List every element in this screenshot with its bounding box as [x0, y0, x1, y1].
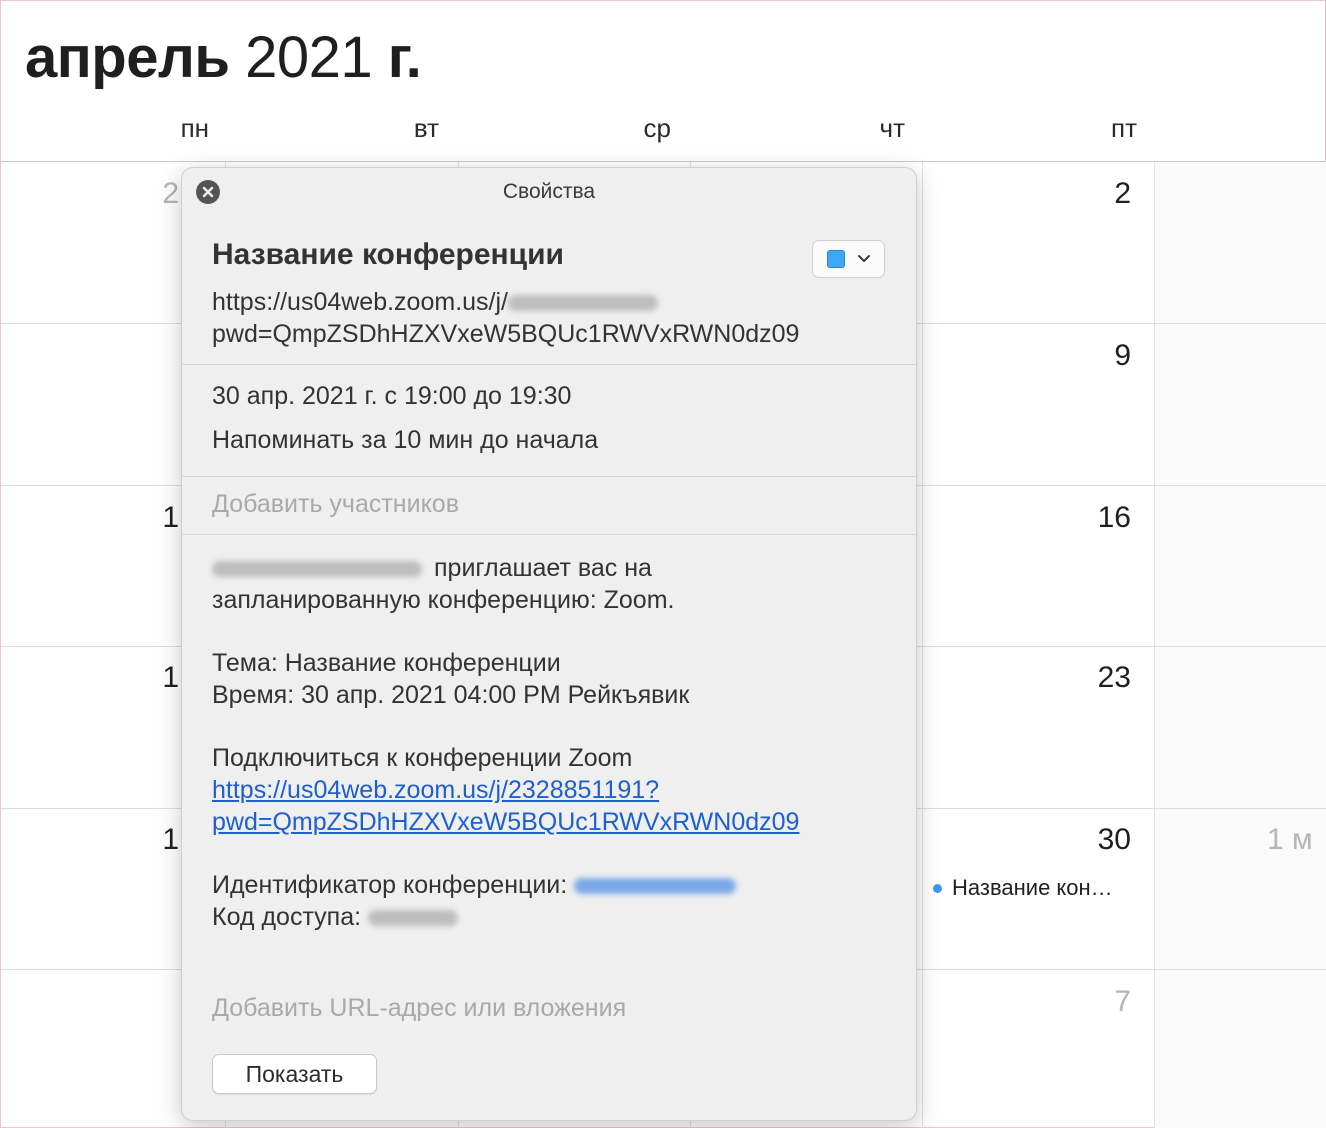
popover-title: Свойства: [502, 180, 596, 203]
weekday-tue: вт: [413, 113, 439, 143]
day-number-partial[interactable]: 1 м: [1267, 823, 1326, 857]
meeting-id-label: Идентификатор конференции:: [212, 871, 568, 899]
day-number[interactable]: 1: [119, 823, 179, 857]
notes-time: Время: 30 апр. 2021 04:00 PM Рейкъявик: [212, 681, 690, 709]
day-number[interactable]: 2: [1071, 177, 1131, 211]
event-inspector-popover: Свойства Название конференции https://us…: [181, 167, 917, 1121]
passcode-label: Код доступа:: [212, 903, 362, 931]
calendar-event[interactable]: Название кон…: [933, 875, 1113, 901]
year-suffix: г.: [387, 25, 422, 90]
notes-join-label: Подключиться к конференции Zoom: [212, 744, 633, 772]
show-button[interactable]: Показать: [212, 1054, 377, 1094]
day-number[interactable]: 7: [1071, 985, 1131, 1019]
day-number[interactable]: 23: [1071, 661, 1131, 695]
redacted-meeting-id: [507, 295, 658, 312]
event-dot-icon: [933, 883, 942, 893]
redacted-meeting-id-link[interactable]: [574, 878, 737, 895]
day-number[interactable]: 9: [1071, 339, 1131, 373]
weekday-mon: пн: [180, 113, 209, 143]
divider: [182, 534, 916, 535]
month-name: апрель: [25, 25, 230, 90]
divider: [182, 364, 916, 365]
weekend-column: [1155, 162, 1326, 1128]
add-url-field[interactable]: Добавить URL-адрес или вложения: [212, 994, 626, 1023]
weekday-fri: пт: [1111, 113, 1137, 143]
day-number[interactable]: 2: [119, 177, 179, 211]
notes-invite-text: приглашает вас на: [434, 554, 652, 582]
divider: [182, 476, 916, 477]
location-line-1: https://us04web.zoom.us/j/: [212, 288, 508, 316]
event-datetime[interactable]: 30 апр. 2021 г. с 19:00 до 19:30: [212, 382, 571, 411]
join-link-line2: pwd=QmpZSDhHZXVxeW5BQUc1RWVxRWN0dz09: [212, 808, 800, 836]
grid-line: [1154, 162, 1155, 1128]
notes-invite-line2: запланированную конференцию: Zoom.: [212, 586, 675, 614]
calendar-color-picker[interactable]: [812, 240, 885, 278]
join-link[interactable]: https://us04web.zoom.us/j/2328851191? pwd…: [212, 776, 799, 836]
grid-line: [1, 161, 1326, 162]
day-number[interactable]: 1: [119, 501, 179, 535]
calendar-event-label: Название кон…: [952, 875, 1113, 900]
location-line-2: pwd=QmpZSDhHZXVxeW5BQUc1RWVxRWN0dz09: [212, 320, 800, 348]
join-link-line1: https://us04web.zoom.us/j/2328851191?: [212, 776, 660, 804]
notes-topic: Тема: Название конференции: [212, 649, 561, 677]
chevron-down-icon: [857, 255, 870, 262]
year: 2021: [245, 25, 373, 90]
add-invitees-field[interactable]: Добавить участников: [212, 490, 459, 519]
redacted-host-name: [212, 561, 422, 578]
event-alert[interactable]: Напоминать за 10 мин до начала: [212, 426, 598, 455]
day-number[interactable]: 30: [1071, 823, 1131, 857]
grid-line: [922, 162, 923, 1128]
redacted-passcode: [368, 910, 459, 927]
weekday-wed: ср: [643, 113, 671, 143]
event-notes[interactable]: приглашает вас на запланированную конфер…: [212, 552, 892, 933]
day-number[interactable]: 16: [1071, 501, 1131, 535]
weekday-thu: чт: [879, 113, 905, 143]
calendar-color-swatch: [826, 250, 845, 268]
event-title-field[interactable]: Название конференции: [212, 238, 564, 272]
day-number[interactable]: 1: [119, 661, 179, 695]
month-title: апрель 2021 г.: [25, 23, 422, 93]
location-field[interactable]: https://us04web.zoom.us/j/ pwd=QmpZSDhHZ…: [212, 286, 799, 350]
